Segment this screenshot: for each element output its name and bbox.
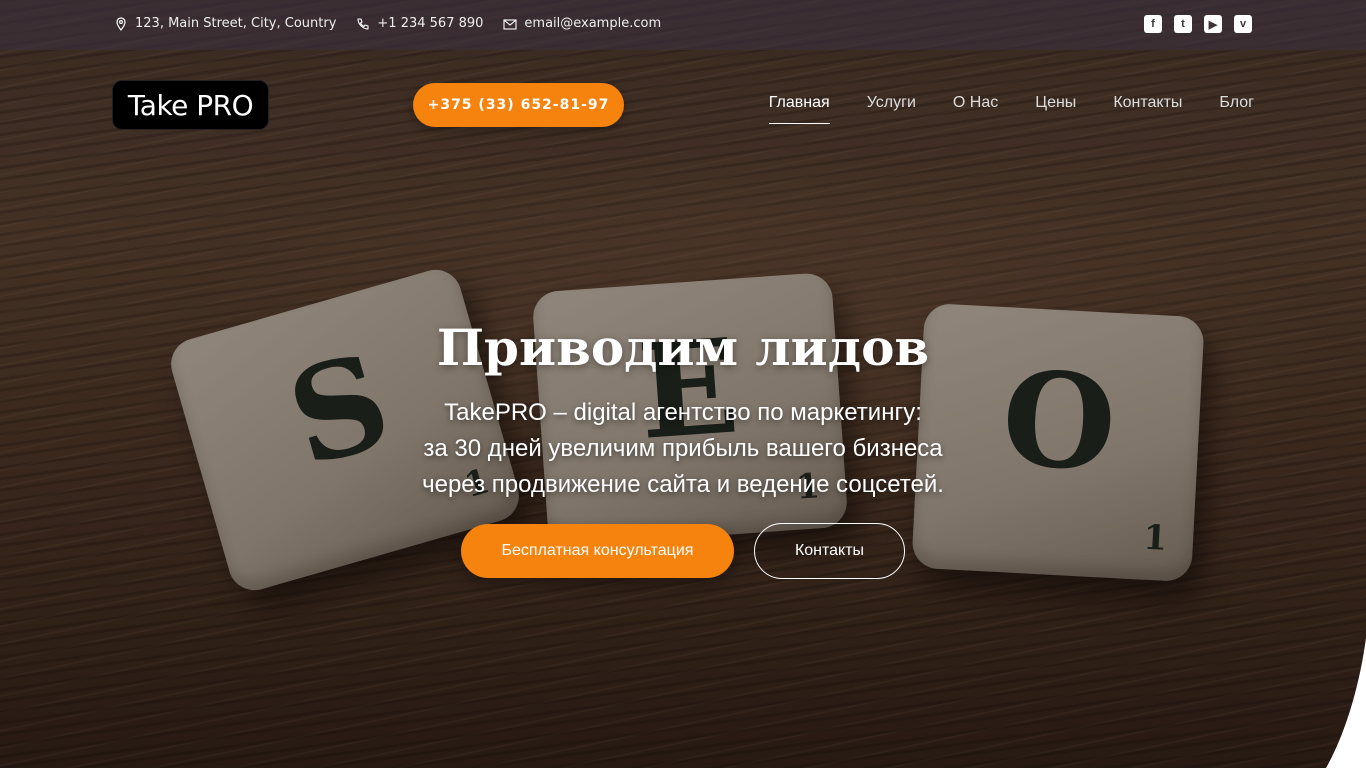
phone-button-label: +375 (33) 652-81-97 [427, 97, 610, 113]
free-consultation-button[interactable]: Бесплатная консультация [461, 524, 734, 578]
logo[interactable]: Take PRO [112, 80, 269, 130]
address-text: 123, Main Street, City, Country [135, 16, 337, 31]
email-text[interactable]: email@example.com [524, 16, 661, 31]
contact-info: 123, Main Street, City, Country +1 234 5… [114, 16, 661, 31]
address-item: 123, Main Street, City, Country [114, 16, 336, 31]
nav-item-about[interactable]: О Нас [953, 94, 998, 124]
hero-title: Приводим лидов [436, 318, 930, 377]
email-item[interactable]: email@example.com [503, 16, 661, 31]
phone-icon [357, 17, 369, 30]
nav-item-blog[interactable]: Блог [1219, 94, 1254, 124]
free-consultation-label: Бесплатная консультация [501, 542, 694, 559]
vimeo-icon[interactable]: v [1234, 15, 1252, 33]
hero-line: через продвижение сайта и ведение соцсет… [422, 471, 944, 498]
social-links: f t ▶ v [1144, 15, 1252, 33]
nav-item-prices[interactable]: Цены [1035, 94, 1076, 124]
phone-item[interactable]: +1 234 567 890 [356, 16, 483, 31]
hero-line: за 30 дней увеличим прибыль вашего бизне… [423, 435, 943, 462]
contacts-button[interactable]: Контакты [754, 523, 905, 579]
nav-item-home[interactable]: Главная [768, 94, 830, 124]
hero-line: TakePRO – digital агентство по маркетинг… [444, 399, 922, 426]
top-info-bar: 123, Main Street, City, Country +1 234 5… [0, 0, 1366, 50]
mail-icon [503, 18, 517, 30]
nav-item-contacts[interactable]: Контакты [1113, 94, 1182, 124]
youtube-icon[interactable]: ▶ [1204, 15, 1222, 33]
nav-item-services[interactable]: Услуги [867, 94, 916, 124]
contacts-button-label: Контакты [794, 542, 865, 559]
main-nav: Главная Услуги О Нас Цены Контакты Блог [768, 94, 1254, 124]
corner-decoration [1326, 638, 1366, 768]
facebook-icon[interactable]: f [1144, 15, 1162, 33]
phone-text[interactable]: +1 234 567 890 [377, 16, 483, 31]
logo-text: Take PRO [127, 88, 254, 122]
hero-description: TakePRO – digital агентство по маркетинг… [0, 395, 1366, 503]
phone-button[interactable]: +375 (33) 652-81-97 [413, 83, 624, 127]
twitter-icon[interactable]: t [1174, 15, 1192, 33]
location-pin-icon [116, 16, 126, 31]
